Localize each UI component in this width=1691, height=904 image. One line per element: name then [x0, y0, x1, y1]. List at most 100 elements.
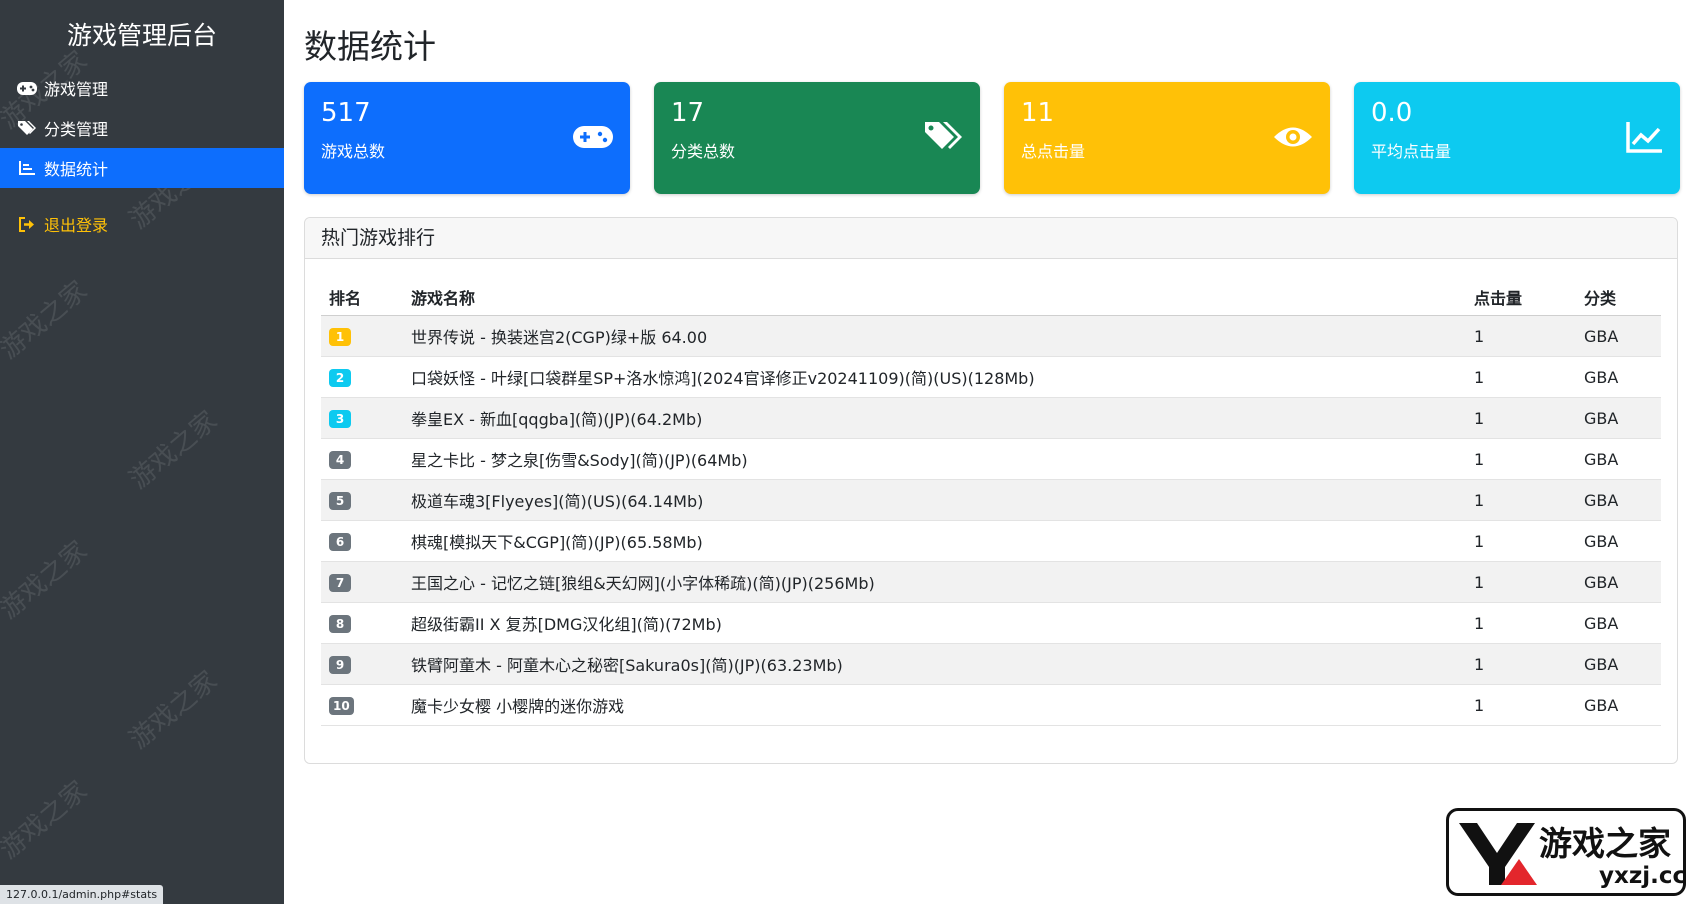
- stat-label: 总点击量: [1021, 142, 1086, 161]
- category-cell: GBA: [1584, 356, 1661, 398]
- watermark: 游戏之家: [0, 535, 94, 626]
- rank-badge: 6: [329, 533, 351, 551]
- game-name-cell: 铁臂阿童木 - 阿童木心之秘密[Sakura0s](简)(JP)(63.23Mb…: [411, 643, 1474, 685]
- table-row: 10 魔卡少女樱 小樱牌的迷你游戏 1 GBA: [321, 684, 1661, 726]
- rank-badge: 5: [329, 492, 351, 510]
- rank-cell: 2: [321, 356, 411, 398]
- stat-value: 517: [321, 98, 371, 128]
- category-cell: GBA: [1584, 684, 1661, 726]
- logout-icon: [16, 216, 38, 232]
- clicks-cell: 1: [1474, 479, 1584, 521]
- stat-card-clicks: 11 总点击量: [1004, 82, 1330, 194]
- stat-cards: 517 游戏总数 17 分类总数 11 总点击量 0.0 平均点击量: [304, 82, 1680, 194]
- clicks-cell: 1: [1474, 561, 1584, 603]
- rank-badge: 10: [329, 697, 354, 715]
- sidebar-brand: 游戏管理后台: [66, 21, 217, 50]
- logo-mark: [1459, 823, 1537, 885]
- sidebar-item-label: 分类管理: [44, 120, 109, 139]
- rank-cell: 1: [321, 315, 411, 357]
- stat-value: 17: [671, 98, 705, 128]
- game-name-cell: 星之卡比 - 梦之泉[伤雪&Sody](简)(JP)(64Mb): [411, 438, 1474, 480]
- category-cell: GBA: [1584, 520, 1661, 562]
- stat-card-avg-clicks: 0.0 平均点击量: [1354, 82, 1680, 194]
- category-cell: GBA: [1584, 397, 1661, 439]
- rank-cell: 3: [321, 397, 411, 439]
- stat-label: 平均点击量: [1371, 142, 1452, 161]
- stat-label: 分类总数: [671, 142, 736, 161]
- stat-value: 11: [1021, 98, 1055, 128]
- rank-cell: 4: [321, 438, 411, 480]
- rank-badge: 7: [329, 574, 351, 592]
- column-header: 排名: [321, 278, 411, 316]
- table-row: 7 王国之心 - 记忆之链[狼组&天幻网](小字体稀疏)(简)(JP)(256Mb…: [321, 561, 1661, 603]
- game-name-cell: 口袋妖怪 - 叶绿[口袋群星SP+洛水惊鸿](2024官译修正v20241109…: [411, 356, 1474, 398]
- rank-badge: 1: [329, 328, 351, 346]
- rank-cell: 10: [321, 684, 411, 726]
- stat-card-games: 517 游戏总数: [304, 82, 630, 194]
- chart-icon: [16, 160, 38, 176]
- category-cell: GBA: [1584, 643, 1661, 685]
- table-row: 2 口袋妖怪 - 叶绿[口袋群星SP+洛水惊鸿](2024官译修正v2024110…: [321, 356, 1661, 398]
- game-name-cell: 魔卡少女樱 小樱牌的迷你游戏: [411, 684, 1474, 726]
- rank-cell: 9: [321, 643, 411, 685]
- game-name-cell: 棋魂[模拟天下&CGP](简)(JP)(65.58Mb): [411, 520, 1474, 562]
- table-row: 1 世界传说 - 换装迷宫2(CGP)绿+版 64.00 1 GBA: [321, 315, 1661, 357]
- game-name-cell: 王国之心 - 记忆之链[狼组&天幻网](小字体稀疏)(简)(JP)(256Mb): [411, 561, 1474, 603]
- category-cell: GBA: [1584, 438, 1661, 480]
- table-row: 5 极道车魂3[Flyeyes](简)(US)(64.14Mb) 1 GBA: [321, 479, 1661, 521]
- rank-cell: 6: [321, 520, 411, 562]
- stat-value: 0.0: [1371, 98, 1413, 128]
- gamepad-icon: [16, 80, 38, 96]
- clicks-cell: 1: [1474, 643, 1584, 685]
- tags-icon: [16, 120, 38, 136]
- status-url: 127.0.0.1/admin.php#stats: [0, 885, 164, 904]
- page-title: 数据统计: [304, 27, 436, 66]
- rank-badge: 4: [329, 451, 351, 469]
- hot-games-panel: 热门游戏排行 排名 游戏名称 点击量 分类 1 世界传说 - 换装迷宫2(CGP)…: [304, 217, 1678, 764]
- eye-icon: [1274, 127, 1312, 147]
- table-row: 8 超级街霸II X 复苏[DMG汉化组](简)(72Mb) 1 GBA: [321, 602, 1661, 644]
- sidebar-item-logout[interactable]: 退出登录: [0, 204, 284, 244]
- watermark: 游戏之家: [124, 665, 224, 756]
- clicks-cell: 1: [1474, 397, 1584, 439]
- table-row: 9 铁臂阿童木 - 阿童木心之秘密[Sakura0s](简)(JP)(63.23M…: [321, 643, 1661, 685]
- game-name-cell: 拳皇EX - 新血[qqgba](简)(JP)(64.2Mb): [411, 397, 1474, 439]
- gamepad-icon: [573, 126, 613, 148]
- table-row: 4 星之卡比 - 梦之泉[伤雪&Sody](简)(JP)(64Mb) 1 GBA: [321, 438, 1661, 480]
- category-cell: GBA: [1584, 479, 1661, 521]
- table-row: 6 棋魂[模拟天下&CGP](简)(JP)(65.58Mb) 1 GBA: [321, 520, 1661, 562]
- column-header: 点击量: [1474, 278, 1584, 316]
- column-header: 游戏名称: [411, 278, 1474, 316]
- sidebar-item-stats[interactable]: 数据统计: [0, 148, 284, 188]
- rank-badge: 8: [329, 615, 351, 633]
- sidebar-item-label: 游戏管理: [44, 80, 109, 99]
- sidebar-item-games[interactable]: 游戏管理: [0, 68, 284, 108]
- stat-label: 游戏总数: [321, 142, 386, 161]
- category-cell: GBA: [1584, 602, 1661, 644]
- rank-badge: 2: [329, 369, 351, 387]
- site-logo: 游戏之家 yxzj.cc: [1446, 808, 1686, 896]
- rank-cell: 8: [321, 602, 411, 644]
- hot-games-table: 排名 游戏名称 点击量 分类 1 世界传说 - 换装迷宫2(CGP)绿+版 64.…: [321, 278, 1661, 726]
- watermark: 游戏之家: [0, 275, 94, 366]
- sidebar-item-label: 数据统计: [44, 160, 109, 179]
- sidebar-item-label: 退出登录: [44, 216, 109, 235]
- tags-icon: [925, 122, 962, 149]
- game-name-cell: 世界传说 - 换装迷宫2(CGP)绿+版 64.00: [411, 315, 1474, 357]
- category-cell: GBA: [1584, 315, 1661, 357]
- rank-badge: 3: [329, 410, 351, 428]
- panel-title: 热门游戏排行: [305, 218, 1677, 259]
- rank-badge: 9: [329, 656, 351, 674]
- stat-card-categories: 17 分类总数: [654, 82, 980, 194]
- clicks-cell: 1: [1474, 356, 1584, 398]
- chart-line-icon: [1626, 122, 1662, 153]
- game-name-cell: 极道车魂3[Flyeyes](简)(US)(64.14Mb): [411, 479, 1474, 521]
- watermark: 游戏之家: [0, 775, 94, 866]
- clicks-cell: 1: [1474, 520, 1584, 562]
- logo-text: 游戏之家: [1539, 824, 1671, 863]
- watermark: 游戏之家: [124, 405, 224, 496]
- sidebar-item-categories[interactable]: 分类管理: [0, 108, 284, 148]
- table-row: 3 拳皇EX - 新血[qqgba](简)(JP)(64.2Mb) 1 GBA: [321, 397, 1661, 439]
- column-header: 分类: [1584, 278, 1661, 316]
- clicks-cell: 1: [1474, 438, 1584, 480]
